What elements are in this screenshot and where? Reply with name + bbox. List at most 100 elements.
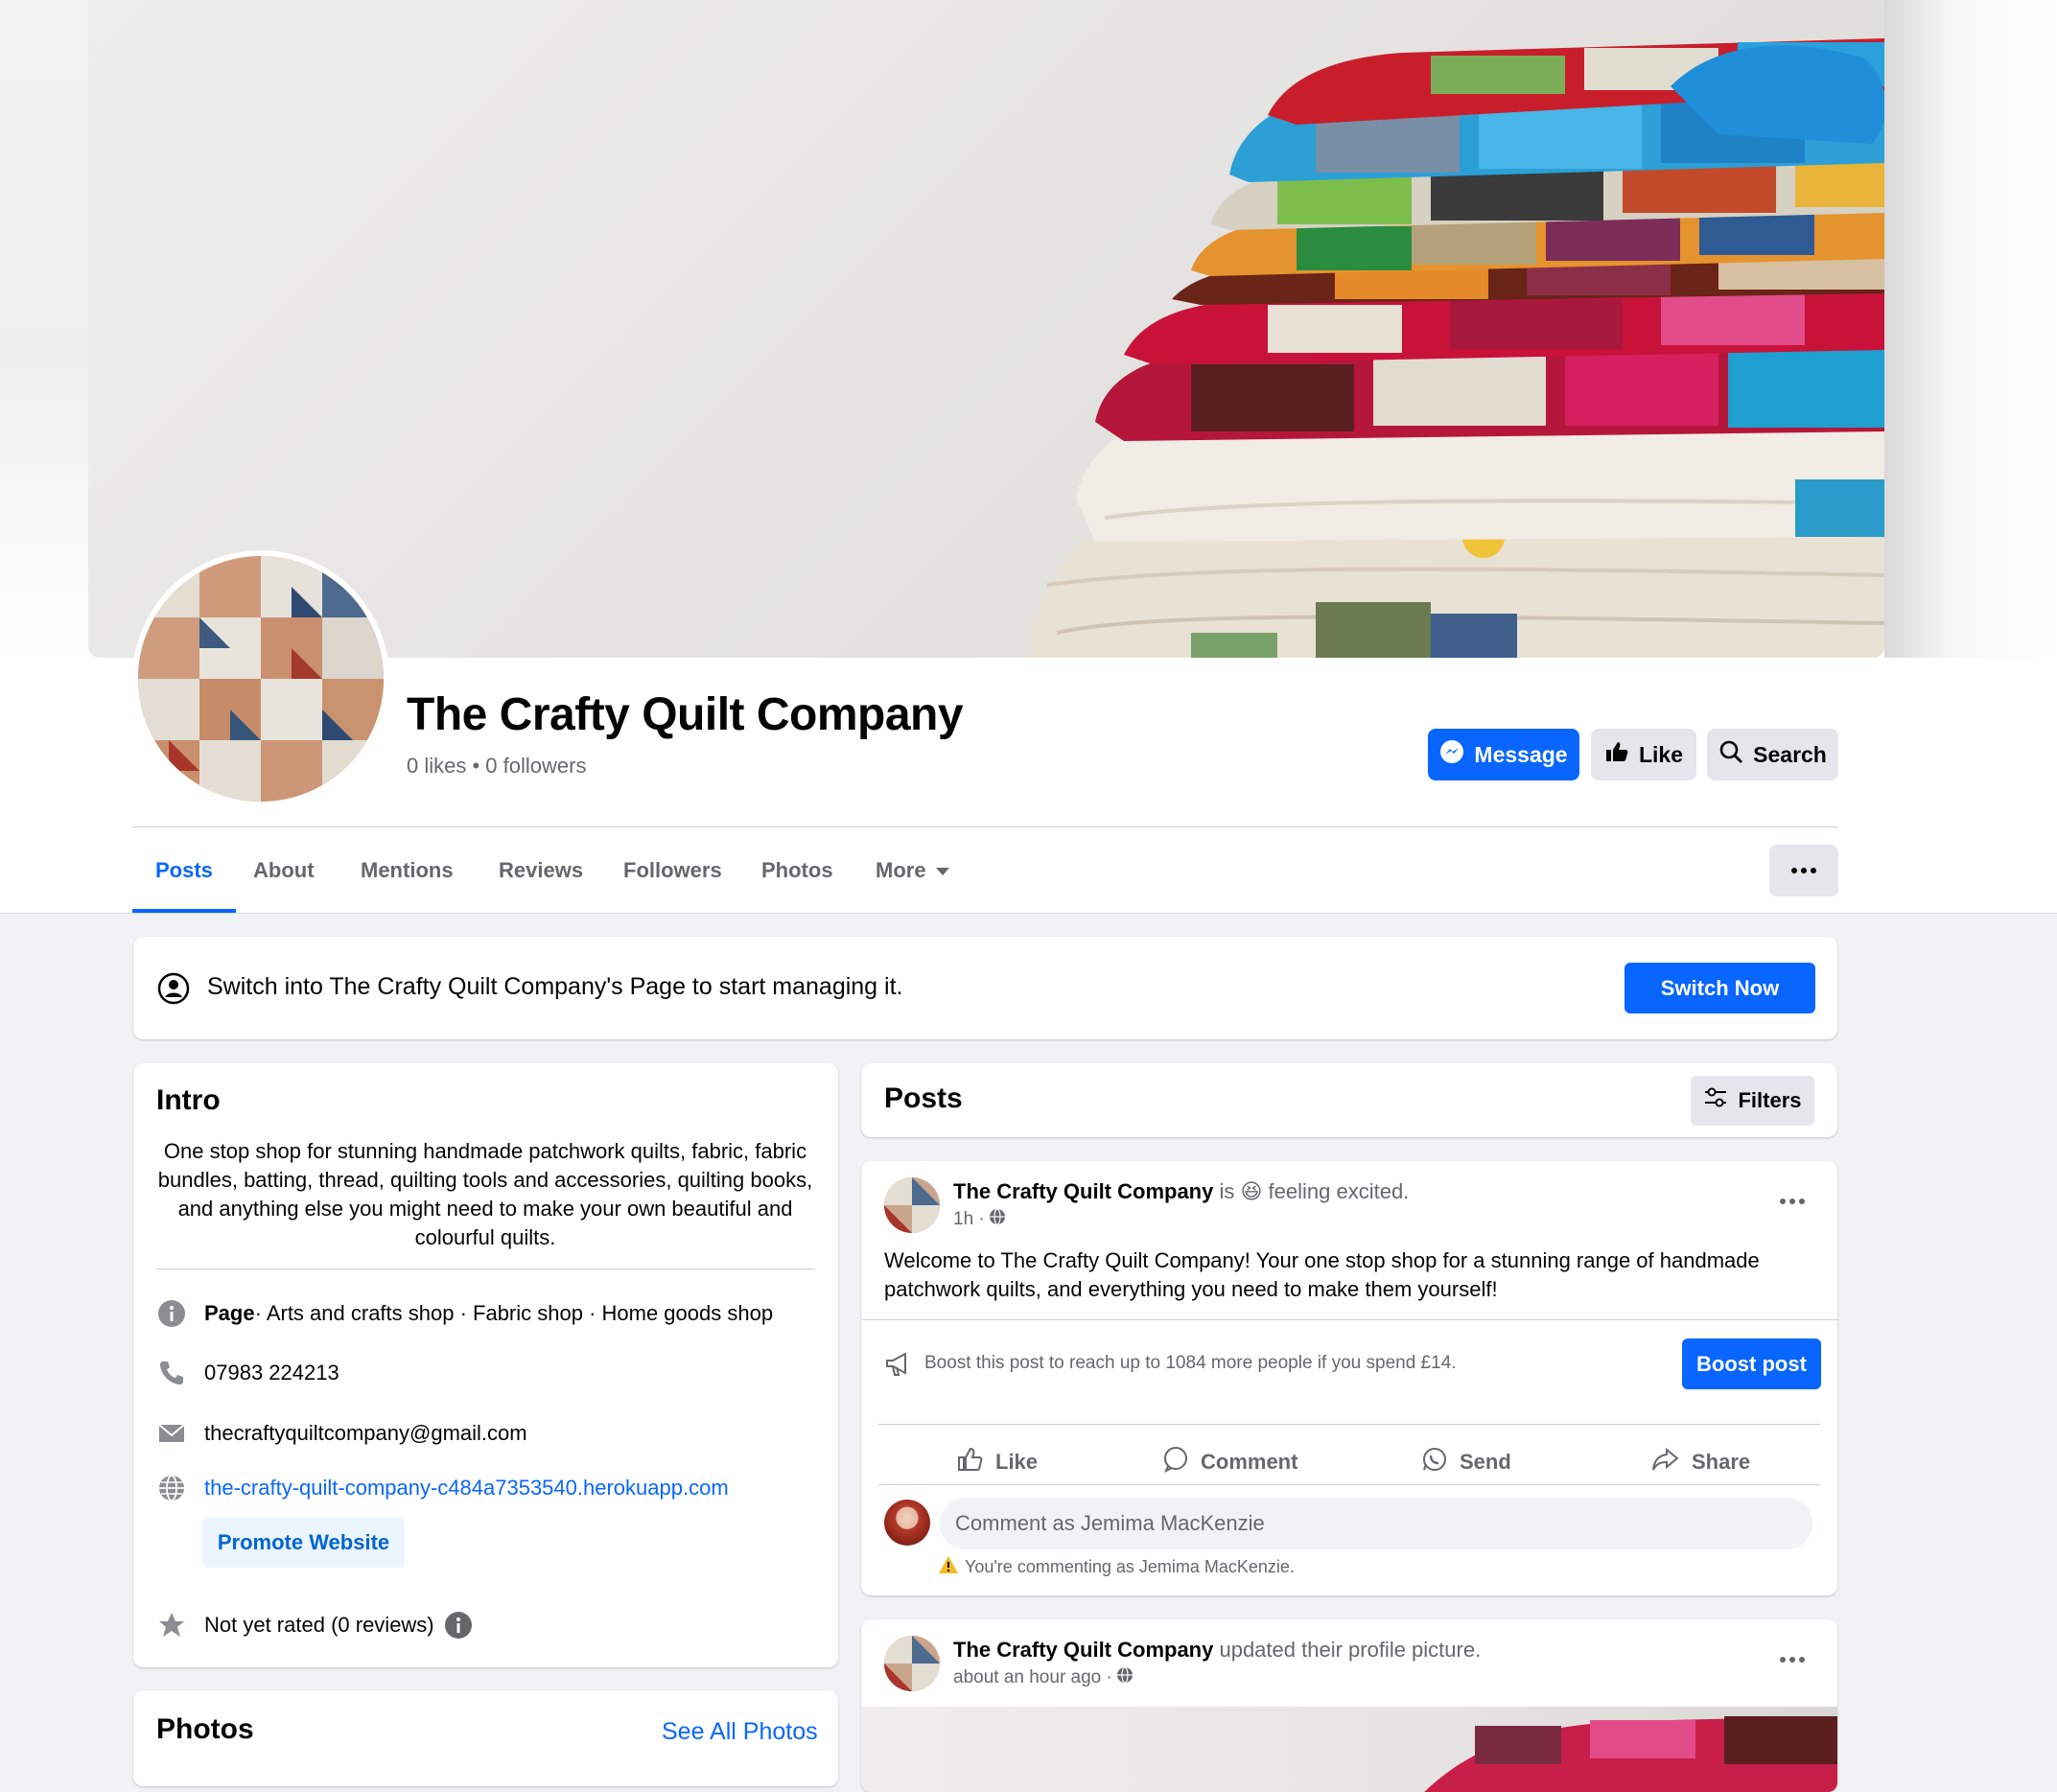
tab-reviews[interactable]: Reviews [499,830,583,913]
info-icon [156,1298,187,1329]
warning-icon [938,1555,959,1579]
like-page-button[interactable]: Like [1591,729,1696,780]
posts-title: Posts [884,1082,963,1114]
profile-picture[interactable] [132,550,389,807]
intro-category-label: Page [204,1301,255,1325]
intro-rating-row: Not yet rated (0 reviews) [156,1610,473,1641]
intro-website-link[interactable]: the-crafty-quilt-company-c484a7353540.he… [204,1476,729,1501]
thumbs-up-icon [1604,739,1629,770]
intro-card: Intro One stop shop for stunning handmad… [133,1063,838,1667]
phone-icon [156,1358,187,1388]
share-arrow-icon [1651,1446,1680,1478]
post-author-avatar[interactable] [884,1636,940,1691]
post-timestamp[interactable]: about an hour ago · [953,1666,1134,1689]
profile-header: The Crafty Quilt Company 0 likes • 0 fol… [0,0,2057,914]
cover-photo[interactable] [88,0,1884,658]
post-send-label: Send [1460,1450,1511,1474]
boost-post-button[interactable]: Boost post [1682,1338,1821,1389]
like-page-button-label: Like [1638,741,1684,767]
intro-website-row: the-crafty-quilt-company-c484a7353540.he… [156,1473,729,1503]
post-options-button[interactable] [1780,1199,1805,1204]
intro-description: One stop shop for stunning handmade patc… [157,1139,813,1249]
intro-email-row: thecraftyquiltcompany@gmail.com [156,1418,527,1449]
more-dots-icon [1791,868,1816,873]
intro-phone: 07983 224213 [204,1361,339,1385]
see-all-photos-link[interactable]: See All Photos [662,1718,818,1746]
tab-posts[interactable]: Posts [132,830,236,913]
commenting-as-text: You're commenting as Jemima MacKenzie. [965,1557,1295,1576]
switch-now-button[interactable]: Switch Now [1625,963,1815,1013]
post-author-name[interactable]: The Crafty Quilt Company [953,1638,1213,1662]
intro-categories: · Arts and crafts shop · Fabric shop · H… [254,1301,774,1325]
intro-rating: Not yet rated (0 reviews) [204,1613,434,1637]
actions-divider-bottom [878,1484,1820,1485]
search-page-button-label: Search [1753,741,1827,767]
tab-mentions[interactable]: Mentions [361,830,454,913]
tab-photos[interactable]: Photos [761,830,833,913]
post-card-profile-update: The Crafty Quilt Company updated their p… [861,1619,1837,1792]
intro-email[interactable]: thecraftyquiltcompany@gmail.com [204,1421,527,1446]
tab-about[interactable]: About [253,830,315,913]
post-author-name[interactable]: The Crafty Quilt Company [953,1179,1213,1203]
globe-icon [989,1208,1006,1231]
filters-button[interactable]: Filters [1691,1076,1814,1126]
posts-header-card: Posts Filters [861,1063,1837,1137]
post-action-text: updated their profile picture. [1213,1638,1482,1662]
post-body-text: Welcome to The Crafty Quilt Company! You… [884,1248,1760,1301]
post-header-line: The Crafty Quilt Company is 😆 feeling ex… [953,1179,1409,1204]
page-more-options-button[interactable] [1769,845,1838,896]
search-icon [1718,739,1743,770]
globe-icon [156,1473,187,1503]
switch-profile-banner: Switch into The Crafty Quilt Company's P… [133,937,1837,1039]
post-author-avatar[interactable] [884,1177,940,1233]
post-comment-button[interactable]: Comment [1162,1438,1297,1486]
photos-title: Photos [156,1713,254,1745]
star-icon [156,1610,187,1641]
search-page-button[interactable]: Search [1707,729,1838,780]
cover-backdrop-left [0,0,88,658]
quilt-stack-illustration [1028,38,1884,658]
post-options-button[interactable] [1780,1657,1805,1663]
more-dots-icon [1780,1199,1805,1204]
post-header-line: The Crafty Quilt Company updated their p… [953,1638,1481,1663]
intro-title: Intro [156,1084,221,1116]
message-button-label: Message [1474,741,1568,767]
tab-more-label: More [876,858,926,882]
post-image[interactable] [861,1707,1837,1792]
post-share-button[interactable]: Share [1651,1438,1750,1486]
profile-picture-image [138,556,384,802]
post-like-button[interactable]: Like [957,1438,1038,1486]
filters-label: Filters [1738,1088,1802,1112]
profile-switch-icon [156,971,191,1011]
rating-info-icon[interactable] [444,1611,473,1640]
commenter-avatar[interactable] [884,1500,930,1546]
whatsapp-icon [1421,1446,1448,1478]
tab-more[interactable]: More [876,830,949,913]
tab-followers[interactable]: Followers [623,830,722,913]
post-divider [861,1319,1837,1320]
comment-bubble-icon [1162,1446,1189,1478]
actions-divider-top [878,1424,1820,1425]
post-comment-label: Comment [1201,1450,1298,1474]
message-button[interactable]: Message [1428,729,1579,780]
post-time-text: 1h · [953,1209,985,1229]
post-send-button[interactable]: Send [1421,1438,1511,1486]
filters-icon [1703,1085,1728,1116]
post-card: The Crafty Quilt Company is 😆 feeling ex… [861,1161,1837,1595]
feeling-emoji-icon: 😆 [1240,1179,1263,1203]
promote-website-button[interactable]: Promote Website [202,1518,405,1568]
post-status-is: is [1213,1179,1241,1203]
envelope-icon [156,1418,187,1449]
commenting-as-note: You're commenting as Jemima MacKenzie. [938,1555,1295,1579]
post-status-feeling: feeling excited. [1262,1179,1410,1203]
page-title: The Crafty Quilt Company [407,689,964,740]
post-like-label: Like [995,1450,1039,1474]
more-dots-icon [1780,1657,1805,1663]
post-timestamp[interactable]: 1h · [953,1208,1006,1231]
comment-input[interactable]: Comment as Jemima MacKenzie [940,1498,1812,1549]
globe-icon [1116,1666,1134,1689]
page-stats[interactable]: 0 likes • 0 followers [407,754,586,779]
intro-divider [156,1268,815,1269]
boost-post-text: Boost this post to reach up to 1084 more… [924,1353,1457,1373]
post-time-text: about an hour ago · [953,1667,1112,1687]
